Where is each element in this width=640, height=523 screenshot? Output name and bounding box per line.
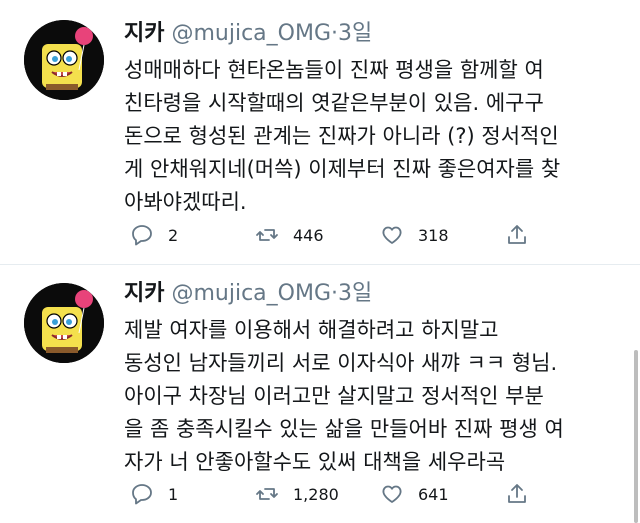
separator-dot: ·: [331, 21, 339, 46]
tweet-text: 제발 여자를 이용해서 해결하려고 하지말고 동성인 남자들끼리 서로 이자식아…: [124, 318, 564, 474]
like-count: 318: [418, 225, 449, 245]
reply-count: 2: [168, 225, 179, 245]
retweet-icon: [256, 488, 278, 500]
like-count: 641: [418, 484, 449, 504]
retweet-button[interactable]: 1,280: [255, 482, 339, 506]
tweet-1[interactable]: 지카 @mujica_OMG·3일 성매매하다 현타온놈들이 진짜 평생을 함께…: [0, 0, 640, 262]
share-button[interactable]: [505, 482, 543, 506]
avatar[interactable]: [24, 20, 104, 100]
spongebob-avatar-image: [24, 20, 104, 100]
retweet-button[interactable]: 446: [255, 223, 324, 247]
retweet-count: 446: [293, 225, 324, 245]
reply-icon: [132, 484, 152, 505]
reply-count: 1: [168, 484, 179, 504]
user-handle[interactable]: @mujica_OMG: [171, 281, 331, 306]
reply-icon: [132, 225, 152, 246]
spongebob-avatar-image: [24, 283, 104, 363]
like-button[interactable]: 641: [380, 482, 449, 506]
tweet-text: 성매매하다 현타온놈들이 진짜 평생을 함께할 여 친타령을 시작할때의 엿같은…: [124, 58, 561, 214]
display-name[interactable]: 지카: [124, 21, 164, 46]
like-icon: [382, 226, 402, 244]
avatar[interactable]: [24, 283, 104, 363]
separator-dot: ·: [331, 281, 339, 306]
timestamp[interactable]: 3일: [338, 281, 372, 306]
like-icon: [382, 485, 402, 503]
retweet-icon: [256, 229, 278, 241]
share-button[interactable]: [505, 223, 543, 247]
tweet-2[interactable]: 지카 @mujica_OMG·3일 제발 여자를 이용해서 해결하려고 하지말고…: [0, 265, 640, 523]
share-icon: [508, 484, 526, 503]
tweet-header: 지카 @mujica_OMG·3일: [124, 20, 620, 48]
scrollbar[interactable]: [634, 350, 638, 523]
display-name[interactable]: 지카: [124, 281, 164, 306]
share-icon: [508, 225, 526, 244]
user-handle[interactable]: @mujica_OMG: [171, 21, 331, 46]
reply-button[interactable]: 2: [130, 223, 178, 247]
like-button[interactable]: 318: [380, 223, 449, 247]
tweet-header: 지카 @mujica_OMG·3일: [124, 280, 620, 308]
retweet-count: 1,280: [293, 484, 339, 504]
reply-button[interactable]: 1: [130, 482, 178, 506]
timestamp[interactable]: 3일: [338, 21, 372, 46]
